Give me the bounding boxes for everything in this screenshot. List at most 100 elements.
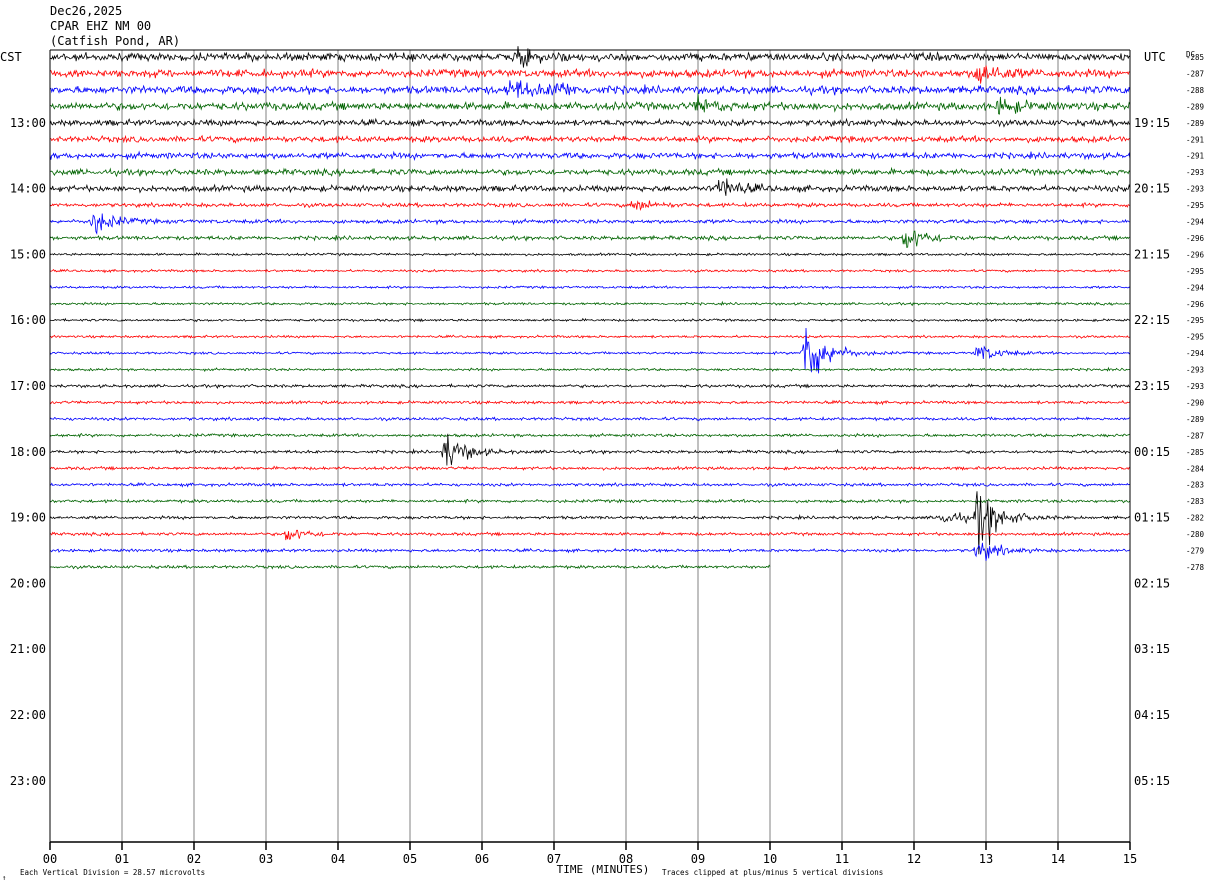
dc-offset-label: -295	[1186, 267, 1204, 276]
clip-note: Traces clipped at plus/minus 5 vertical …	[662, 868, 883, 877]
trace-line	[49, 399, 1131, 406]
x-tick-label: 15	[1123, 852, 1137, 866]
utc-hour-label: 03:15	[1134, 642, 1170, 656]
dc-offset-label: -296	[1186, 300, 1205, 309]
minute-grid	[121, 50, 1059, 842]
dc-column-label: DC	[1186, 50, 1195, 59]
trace-line	[49, 46, 1131, 68]
record-date: Dec26,2025	[50, 4, 123, 18]
utc-hour-label: 23:15	[1134, 379, 1170, 393]
dc-offset-label: -284	[1186, 464, 1205, 473]
utc-hour-label: 04:15	[1134, 708, 1170, 722]
station-code: CPAR EHZ NM 00	[50, 19, 152, 33]
dc-offset-label: -294	[1186, 218, 1205, 227]
cst-hour-label: 22:00	[10, 708, 46, 722]
cst-hour-label: 18:00	[10, 445, 46, 459]
dc-offset-label: -291	[1186, 152, 1204, 161]
dc-offset-label: -296	[1186, 234, 1205, 243]
x-tick-label: 14	[1051, 852, 1065, 866]
dc-offset-label: -291	[1186, 135, 1204, 144]
x-tick-label: 02	[187, 852, 201, 866]
trace-line	[49, 200, 1131, 211]
dc-offset-label: -289	[1186, 102, 1204, 111]
cst-hour-label: 20:00	[10, 576, 46, 590]
dc-offset-label: -295	[1186, 333, 1204, 342]
trace-line	[49, 65, 1131, 84]
trace-line	[49, 300, 1131, 307]
dc-offset-label: -293	[1186, 168, 1204, 177]
cst-hour-label: 23:00	[10, 774, 46, 788]
utc-hour-label: 21:15	[1134, 247, 1170, 261]
dc-offset-label: -296	[1186, 250, 1205, 259]
x-tick-label: 03	[259, 852, 273, 866]
trace-line	[49, 334, 1131, 340]
dc-offset-label: -294	[1186, 283, 1205, 292]
trace-line	[49, 432, 1131, 439]
x-tick-label: 09	[691, 852, 705, 866]
trace-line	[49, 366, 1131, 373]
dc-offset-label: -283	[1186, 497, 1204, 506]
dc-offset-label: -293	[1186, 185, 1204, 194]
trace-line	[49, 80, 1131, 98]
dc-offset-label: -288	[1186, 86, 1205, 95]
trace-line	[49, 542, 1131, 561]
trace-line	[49, 150, 1131, 161]
dc-offset-label: -290	[1186, 398, 1205, 407]
cst-hour-label: 17:00	[10, 379, 46, 393]
trace-line	[49, 93, 1131, 115]
trace-line	[49, 481, 1131, 488]
seismic-traces	[49, 46, 1131, 570]
utc-zone-label: UTC	[1144, 50, 1166, 64]
trace-line	[49, 285, 1131, 290]
dc-offset-label: -279	[1186, 547, 1204, 556]
x-tick-label: 12	[907, 852, 921, 866]
trace-line	[49, 166, 1131, 178]
trace-line	[49, 117, 1131, 128]
cst-hour-label: 16:00	[10, 313, 46, 327]
trace-line	[49, 327, 1131, 374]
dc-offset-label: -293	[1186, 366, 1204, 375]
corner-arrow-icon: ↑	[2, 874, 6, 882]
utc-hour-label: 02:15	[1134, 576, 1170, 590]
cst-hour-label: 21:00	[10, 642, 46, 656]
dc-offset-label: -289	[1186, 119, 1204, 128]
dc-offset-label: -287	[1186, 431, 1204, 440]
utc-hour-label: 00:15	[1134, 445, 1170, 459]
dc-offset-label: -283	[1186, 481, 1204, 490]
dc-offset-label: -282	[1186, 514, 1204, 523]
x-tick-label: 11	[835, 852, 849, 866]
trace-line	[49, 433, 1131, 466]
utc-hour-label: 19:15	[1134, 116, 1170, 130]
dc-offset-label: -293	[1186, 382, 1204, 391]
trace-line	[49, 268, 1131, 274]
dc-offset-label: -280	[1186, 530, 1205, 539]
cst-hour-label: 19:00	[10, 511, 46, 525]
dc-offset-label: -278	[1186, 563, 1205, 572]
utc-hour-label: 01:15	[1134, 511, 1170, 525]
scale-note: Each Vertical Division = 28.57 microvolt…	[20, 868, 205, 877]
cst-hour-label: 14:00	[10, 182, 46, 196]
dc-offset-label: -295	[1186, 316, 1204, 325]
x-tick-label: 04	[331, 852, 345, 866]
trace-line	[49, 230, 1131, 248]
trace-line	[49, 382, 1131, 390]
axis-labels: -285 -287 -288 -289 -289 -291 -291 -293 -293 -295…	[0, 50, 1205, 882]
trace-line	[49, 416, 1131, 422]
utc-hour-label: 20:15	[1134, 182, 1170, 196]
x-tick-label: 13	[979, 852, 993, 866]
cst-zone-label: CST	[0, 50, 22, 64]
dc-offset-label: -289	[1186, 415, 1204, 424]
x-tick-label: 06	[475, 852, 489, 866]
trace-line	[49, 213, 1131, 235]
trace-line	[49, 178, 1131, 196]
utc-hour-label: 22:15	[1134, 313, 1170, 327]
dc-offset-label: -287	[1186, 69, 1204, 78]
cst-hour-label: 13:00	[10, 116, 46, 130]
x-tick-label: 05	[403, 852, 417, 866]
station-location: (Catfish Pond, AR)	[50, 34, 181, 48]
trace-line	[49, 252, 1131, 257]
x-axis-title: TIME (MINUTES)	[557, 863, 650, 876]
trace-line	[49, 317, 1131, 323]
trace-line	[49, 529, 1131, 541]
trace-line	[49, 134, 1131, 145]
